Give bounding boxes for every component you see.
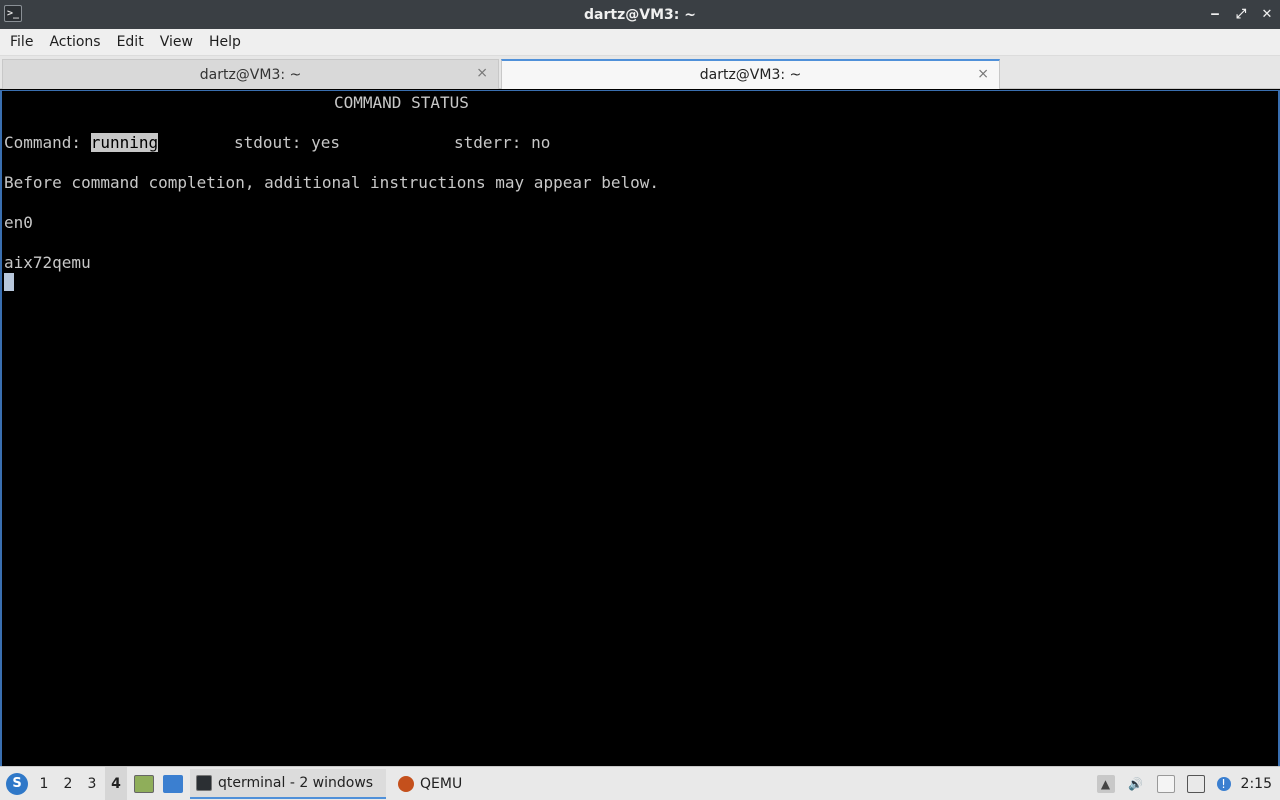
start-menu-icon[interactable]: S — [6, 773, 28, 795]
command-status-value: running — [90, 133, 159, 152]
output-line: aix72qemu — [4, 253, 91, 272]
clock[interactable]: 2:15 — [1241, 776, 1272, 792]
task-label: qterminal - 2 windows — [218, 775, 374, 791]
window-controls: ‒ ⤢ ✕ — [1208, 0, 1274, 29]
status-heading: COMMAND STATUS — [334, 93, 469, 112]
clipboard-icon[interactable] — [1156, 775, 1175, 793]
system-tray: ▲ 🔊 ! 2:15 — [1091, 767, 1280, 800]
eject-icon[interactable]: ▲ — [1096, 775, 1115, 793]
command-label: Command: — [4, 133, 82, 152]
menu-file[interactable]: File — [2, 29, 41, 56]
close-tab-icon[interactable]: ⨯ — [977, 66, 989, 82]
text-cursor — [4, 273, 14, 291]
menu-view[interactable]: View — [152, 29, 201, 56]
menu-bar: File Actions Edit View Help — [0, 29, 1280, 56]
terminal-icon — [196, 775, 212, 791]
menu-help[interactable]: Help — [201, 29, 249, 56]
workspace-3[interactable]: 3 — [81, 767, 103, 800]
stdout-status: stdout: yes — [234, 133, 340, 152]
task-qemu[interactable]: QEMU — [392, 769, 472, 799]
restore-button[interactable]: ⤢ — [1234, 7, 1248, 22]
taskbar: S 1 2 3 4 qterminal - 2 windows QEMU ▲ 🔊… — [0, 766, 1280, 800]
task-label: QEMU — [420, 776, 463, 792]
terminal-output[interactable]: COMMAND STATUS Command: running stdout: … — [0, 90, 1280, 766]
file-manager-icon[interactable] — [134, 775, 154, 793]
close-tab-icon[interactable]: ⨯ — [476, 65, 488, 81]
stderr-status: stderr: no — [454, 133, 551, 152]
workspace-2[interactable]: 2 — [57, 767, 79, 800]
tab-label: dartz@VM3: ~ — [199, 66, 302, 83]
network-icon[interactable] — [1186, 775, 1205, 793]
tab-label: dartz@VM3: ~ — [699, 67, 802, 83]
menu-edit[interactable]: Edit — [109, 29, 152, 56]
tab-terminal-1[interactable]: dartz@VM3: ~ ⨯ — [2, 59, 499, 89]
tab-bar: dartz@VM3: ~ ⨯ dartz@VM3: ~ ⨯ — [0, 56, 1280, 89]
minimize-button[interactable]: ‒ — [1208, 7, 1222, 22]
notification-icon[interactable]: ! — [1216, 777, 1231, 791]
command-status-line: Command: running — [4, 133, 159, 153]
menu-actions[interactable]: Actions — [41, 29, 108, 56]
close-window-button[interactable]: ✕ — [1260, 7, 1274, 22]
output-line: en0 — [4, 213, 33, 232]
terminal-app-icon[interactable]: >_ — [4, 5, 22, 22]
qemu-icon — [398, 776, 414, 792]
window-titlebar: >_ dartz@VM3: ~ ‒ ⤢ ✕ — [0, 0, 1280, 29]
workspace-4[interactable]: 4 — [105, 767, 127, 800]
completion-note: Before command completion, additional in… — [4, 173, 660, 192]
task-qterminal[interactable]: qterminal - 2 windows — [190, 769, 386, 799]
tab-terminal-2[interactable]: dartz@VM3: ~ ⨯ — [501, 59, 1000, 89]
show-desktop-icon[interactable] — [163, 775, 183, 793]
window-title: dartz@VM3: ~ — [584, 6, 696, 23]
volume-icon[interactable]: 🔊 — [1127, 775, 1145, 793]
workspace-1[interactable]: 1 — [33, 767, 55, 800]
